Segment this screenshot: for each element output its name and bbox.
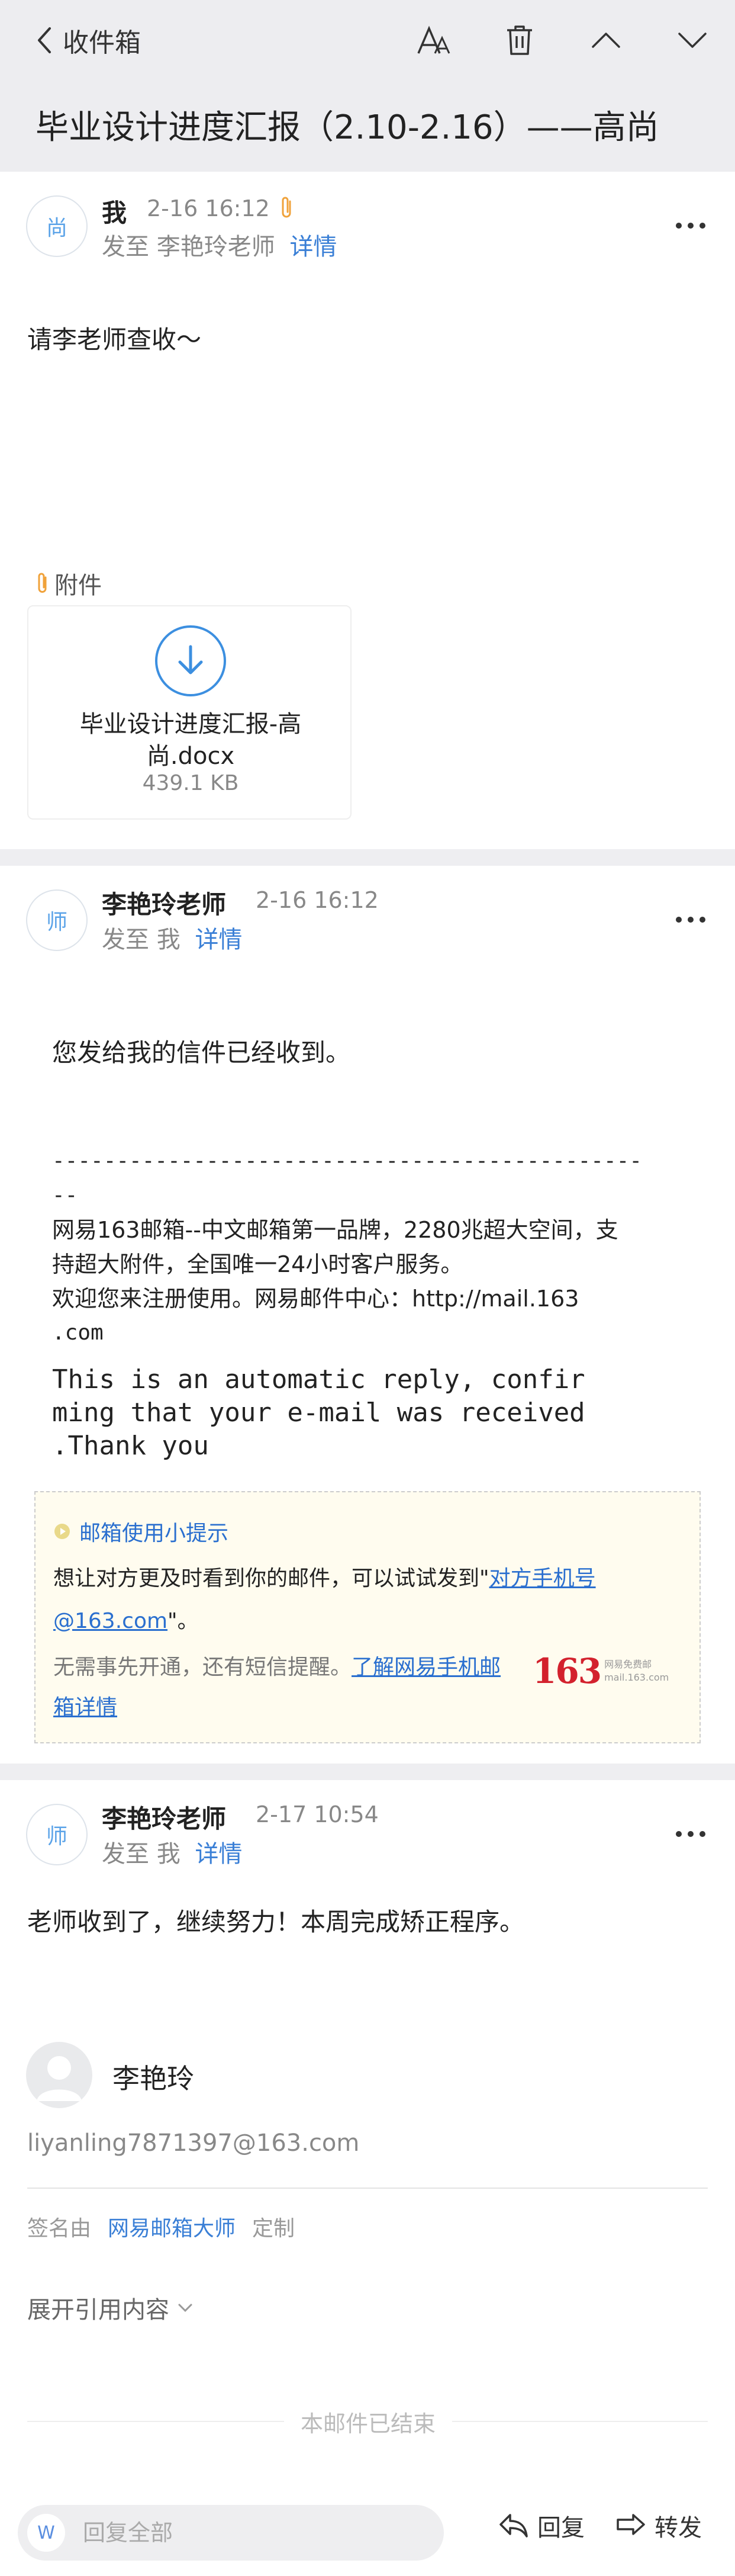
tip-title-text: 邮箱使用小提示 bbox=[79, 1521, 229, 1546]
mail-master-link[interactable]: 网易邮箱大师 bbox=[108, 2211, 236, 2242]
forward-label: 转发 bbox=[655, 2514, 702, 2542]
attachment-label-text: 附件 bbox=[54, 572, 102, 599]
signature-email[interactable]: liyanling7871397@163.com bbox=[27, 2129, 359, 2157]
signature-by-label: 签名由 bbox=[27, 2217, 92, 2241]
163-logo: 163 网易免费邮 mail.163.com bbox=[533, 1651, 669, 1691]
expand-quote-button[interactable]: 展开引用内容 bbox=[27, 2291, 193, 2325]
play-icon bbox=[54, 1524, 70, 1539]
auto-reply-line: .Thank you bbox=[52, 1431, 209, 1461]
tip-sub-pre: 无需事先开通，还有短信提醒。 bbox=[53, 1655, 352, 1679]
customize-link[interactable]: 定制 bbox=[252, 2211, 295, 2242]
footer-line: ----------------------------------------… bbox=[52, 1149, 642, 1173]
sender-name: 李艳玲老师 bbox=[102, 890, 227, 919]
tip-text-pre: 想让对方更及时看到你的邮件，可以试试发到" bbox=[53, 1566, 489, 1591]
logo-line: 网易免费邮 bbox=[604, 1659, 652, 1670]
recipient-line: 发至 我 详情 bbox=[102, 1835, 242, 1869]
recipient-line: 发至 李艳玲老师 详情 bbox=[102, 227, 337, 262]
separator bbox=[0, 849, 735, 866]
avatar[interactable]: 师 bbox=[26, 1804, 88, 1865]
attachment-label: 附件 bbox=[36, 566, 102, 600]
signature-avatar bbox=[26, 2042, 92, 2108]
mail-body: 请李老师查收～ bbox=[27, 325, 202, 354]
details-link[interactable]: 详情 bbox=[195, 1841, 242, 1868]
recipient: 我 bbox=[156, 926, 180, 953]
mail-body: 老师收到了，继续努力！本周完成矫正程序。 bbox=[27, 1907, 525, 1936]
chevron-up-icon[interactable] bbox=[587, 21, 625, 59]
more-icon[interactable] bbox=[676, 223, 705, 229]
signature-by: 签名由 网易邮箱大师 定制 bbox=[27, 2211, 295, 2242]
auto-reply-text: This is an automatic reply, confir ming … bbox=[52, 1363, 585, 1463]
mail-body: 您发给我的信件已经收到。 bbox=[52, 1038, 351, 1067]
user-avatar: W bbox=[27, 2514, 65, 2552]
logo-number: 163 bbox=[533, 1651, 602, 1691]
recipient: 我 bbox=[156, 1841, 180, 1868]
font-size-icon[interactable] bbox=[414, 21, 452, 59]
tip-title: 邮箱使用小提示 bbox=[53, 1516, 228, 1547]
logo-line: mail.163.com bbox=[604, 1672, 669, 1683]
back-button[interactable]: 收件箱 bbox=[36, 21, 141, 59]
chevron-down-icon[interactable] bbox=[673, 21, 711, 59]
footer-line: 持超大附件，全国唯一24小时客户服务。 bbox=[52, 1251, 463, 1277]
person-icon bbox=[37, 2056, 82, 2101]
sent-time: 2-16 16:12 bbox=[256, 887, 379, 913]
auto-reply-line: This is an automatic reply, confir bbox=[52, 1364, 585, 1395]
avatar[interactable]: 尚 bbox=[26, 195, 88, 257]
avatar[interactable]: 师 bbox=[26, 889, 88, 951]
recipient-line: 发至 我 详情 bbox=[102, 920, 242, 955]
tip-sub: 无需事先开通，还有短信提醒。了解网易手机邮箱详情 bbox=[53, 1647, 515, 1728]
toolbar bbox=[414, 21, 711, 59]
chevron-left-icon bbox=[38, 27, 51, 53]
chevron-down-icon bbox=[178, 2304, 192, 2312]
signature-name: 李艳玲 bbox=[112, 2063, 194, 2095]
details-link[interactable]: 详情 bbox=[289, 233, 337, 261]
sent-time: 2-17 10:54 bbox=[256, 1801, 379, 1827]
to-prefix: 发至 bbox=[102, 233, 149, 261]
tip-box: 邮箱使用小提示 想让对方更及时看到你的邮件，可以试试发到"对方手机号@163.c… bbox=[34, 1491, 701, 1743]
paperclip-icon bbox=[282, 197, 291, 218]
mail-message-1: 尚 我 2-16 16:12 发至 李艳玲老师 详情 请李老师查收～ 附件 毕业… bbox=[0, 172, 735, 849]
footer-line: .com bbox=[52, 1321, 104, 1345]
reply-button[interactable]: 回复 bbox=[498, 2508, 585, 2543]
reply-all-field[interactable]: W bbox=[18, 2505, 444, 2561]
footer-line: -- bbox=[52, 1183, 78, 1207]
reply-label: 回复 bbox=[537, 2514, 585, 2542]
divider bbox=[27, 2188, 708, 2189]
attachment-card[interactable]: 毕业设计进度汇报-高尚.docx 439.1 KB bbox=[27, 605, 352, 820]
separator bbox=[0, 1764, 735, 1780]
paperclip-icon bbox=[38, 573, 47, 593]
more-icon[interactable] bbox=[676, 1831, 705, 1837]
to-prefix: 发至 bbox=[102, 926, 149, 953]
mail-end-label: 本邮件已结束 bbox=[284, 2405, 452, 2438]
trash-icon[interactable] bbox=[501, 21, 539, 59]
more-icon[interactable] bbox=[676, 917, 705, 923]
auto-reply-line: ming that your e-mail was received bbox=[52, 1398, 585, 1428]
forward-button[interactable]: 转发 bbox=[615, 2508, 702, 2543]
footer-line: 欢迎您来注册使用。网易邮件中心：http://mail.163 bbox=[52, 1286, 579, 1312]
details-link[interactable]: 详情 bbox=[195, 926, 242, 953]
recipient: 李艳玲老师 bbox=[156, 233, 275, 261]
forward-icon bbox=[617, 2514, 645, 2535]
tip-text: 想让对方更及时看到你的邮件，可以试试发到"对方手机号@163.com"。 bbox=[53, 1557, 681, 1643]
sender-name: 李艳玲老师 bbox=[102, 1804, 227, 1833]
attachment-name: 毕业设计进度汇报-高尚.docx bbox=[79, 711, 302, 770]
to-prefix: 发至 bbox=[102, 1841, 149, 1868]
tip-text-post: "。 bbox=[167, 1609, 199, 1633]
attachment-size: 439.1 KB bbox=[142, 771, 239, 795]
reply-icon bbox=[499, 2514, 528, 2538]
footer-line: 网易163邮箱--中文邮箱第一品牌，2280兆超大空间，支 bbox=[52, 1217, 618, 1243]
sender-name: 我 bbox=[102, 198, 127, 227]
sent-time: 2-16 16:12 bbox=[147, 195, 270, 221]
mail-subject: 毕业设计进度汇报（2.10-2.16）——高尚 bbox=[36, 108, 659, 147]
download-icon[interactable] bbox=[155, 625, 226, 696]
reply-all-input[interactable] bbox=[83, 2520, 414, 2546]
expand-label: 展开引用内容 bbox=[27, 2296, 169, 2324]
top-bar: 收件箱 毕业设计进度汇报（2.10-2.16）——高尚 bbox=[0, 0, 735, 172]
bottom-bar: W 回复 转发 bbox=[0, 2485, 735, 2576]
back-label: 收件箱 bbox=[63, 28, 141, 58]
auto-footer: ----------------------------------------… bbox=[52, 1144, 642, 1350]
